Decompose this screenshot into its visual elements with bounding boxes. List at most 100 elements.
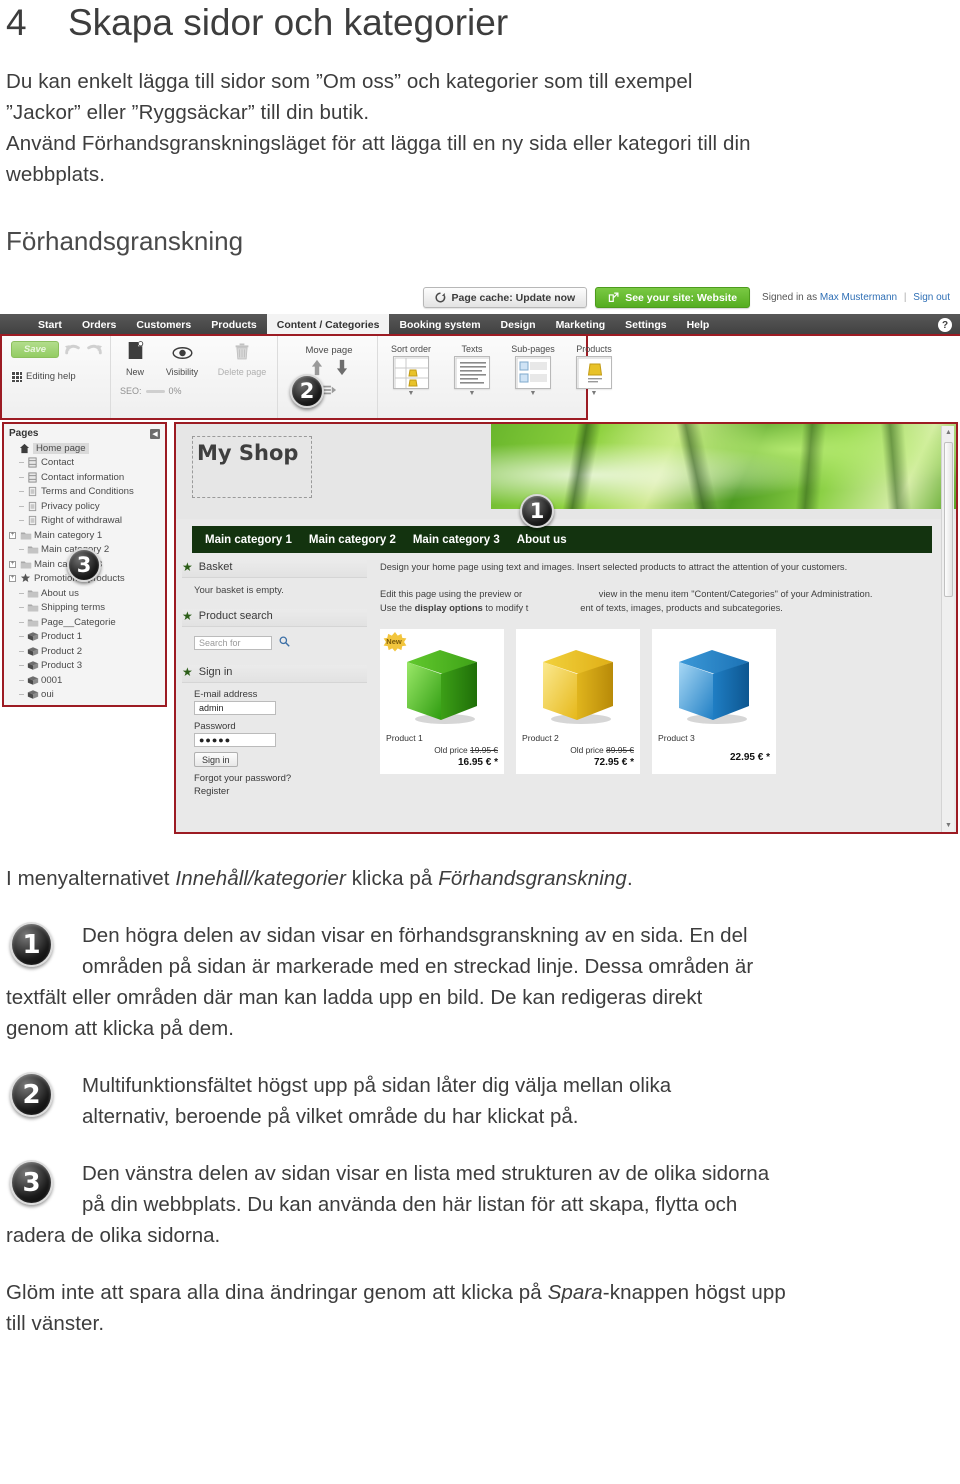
- nav-item-content-categories[interactable]: Content / Categories: [266, 314, 390, 336]
- tree-node[interactable]: Home page: [9, 441, 160, 456]
- register-link[interactable]: Register: [194, 786, 367, 797]
- visibility-label: Visibility: [165, 367, 199, 377]
- email-field[interactable]: admin: [194, 701, 276, 715]
- delete-page-button[interactable]: Delete page: [214, 342, 270, 377]
- scrollbar-thumb[interactable]: [944, 442, 953, 597]
- product-search-row: Search for: [194, 634, 367, 652]
- item-2-line-1: Multifunktionsfältet högst upp på sidan …: [82, 1074, 672, 1097]
- tree-node-label: Shipping terms: [41, 602, 105, 614]
- tree-expander-icon[interactable]: +: [9, 560, 16, 568]
- scroll-up-arrow-icon[interactable]: ▲: [945, 429, 952, 436]
- main-text-p3-b: display options: [414, 603, 483, 613]
- product-search-input[interactable]: Search for: [194, 636, 272, 650]
- undo-icon[interactable]: [64, 342, 81, 357]
- collapse-panel-icon[interactable]: ◀: [150, 428, 160, 439]
- tree-node[interactable]: + Main category 1: [9, 528, 160, 543]
- nav-item-products[interactable]: Products: [201, 314, 267, 336]
- category-nav-item-3[interactable]: Main category 3: [413, 534, 500, 546]
- box-icon: [27, 675, 39, 686]
- tree-node-label: Contact: [41, 457, 75, 469]
- box-icon: [27, 660, 39, 671]
- item-1-line-1: Den högra delen av sidan visar en förhan…: [82, 924, 748, 947]
- visibility-button[interactable]: Visibility: [160, 346, 204, 377]
- sign-out-link[interactable]: Sign out: [913, 292, 950, 303]
- products-gallery-button[interactable]: Products ▼: [570, 344, 618, 397]
- nav-item-booking-system[interactable]: Booking system: [389, 314, 490, 336]
- nav-item-customers[interactable]: Customers: [126, 314, 201, 336]
- nav-item-marketing[interactable]: Marketing: [546, 314, 616, 336]
- sort-order-button[interactable]: Sort order ▼: [387, 344, 435, 397]
- texts-caret-icon[interactable]: ▼: [448, 390, 496, 397]
- tree-node[interactable]: oui: [9, 688, 160, 703]
- tree-node[interactable]: Product 3: [9, 659, 160, 674]
- shop-title-editable[interactable]: My Shop: [192, 436, 312, 498]
- tree-node-label: 0001: [41, 674, 63, 686]
- tree-node[interactable]: Page__Categorie: [9, 615, 160, 630]
- document-body: 4 Skapa sidor och kategorier Du kan enke…: [0, 0, 960, 263]
- tree-node[interactable]: Product 2: [9, 644, 160, 659]
- tree-expander-icon[interactable]: +: [9, 575, 16, 583]
- tree-node[interactable]: Contact information: [9, 470, 160, 485]
- nav-item-start[interactable]: Start: [28, 314, 72, 336]
- editing-help-button[interactable]: Editing help: [11, 371, 103, 382]
- product-card-2[interactable]: Product 2 Old price 89.95 € 72.95 € *: [516, 629, 640, 774]
- box-icon: [27, 689, 39, 700]
- ribbon-group-move-page: Move page: [278, 336, 378, 418]
- save-button[interactable]: Save: [11, 341, 59, 358]
- password-field[interactable]: ●●●●●: [194, 733, 276, 747]
- tree-node[interactable]: Terms and Conditions: [9, 485, 160, 500]
- tree-node[interactable]: Product 1: [9, 630, 160, 645]
- signin-title-label: Sign in: [198, 666, 233, 678]
- move-down-button[interactable]: [336, 359, 348, 381]
- tree-node[interactable]: About us: [9, 586, 160, 601]
- product-price-3: 22.95 € *: [729, 752, 770, 763]
- shop-main-column: Design your home page using text and ima…: [380, 560, 955, 774]
- tree-node-label: Product 1: [41, 631, 83, 643]
- search-icon[interactable]: [279, 634, 290, 652]
- tree-node[interactable]: Privacy policy: [9, 499, 160, 514]
- nav-item-orders[interactable]: Orders: [72, 314, 126, 336]
- callout-badge-2: 2: [290, 374, 324, 408]
- see-your-site-button[interactable]: See your site: Website: [595, 287, 751, 308]
- nav-item-settings[interactable]: Settings: [615, 314, 676, 336]
- texts-button[interactable]: Texts ▼: [448, 344, 496, 397]
- main-text-p3-d: ent of texts, images, products and subca…: [580, 603, 783, 613]
- signin-button[interactable]: Sign in: [194, 752, 238, 767]
- redo-icon[interactable]: [86, 342, 103, 357]
- tree-node[interactable]: 0001: [9, 673, 160, 688]
- scroll-down-arrow-icon[interactable]: ▼: [945, 822, 952, 829]
- tree-expander-icon[interactable]: +: [9, 531, 16, 539]
- sub-pages-caret-icon[interactable]: ▼: [509, 390, 557, 397]
- save-undo-row: Save: [11, 341, 103, 358]
- intro-line-2: ”Jackor” eller ”Ryggsäckar” till din but…: [6, 101, 370, 124]
- forgot-password-link[interactable]: Forgot your password?: [194, 773, 367, 784]
- tree-node[interactable]: Right of withdrawal: [9, 514, 160, 529]
- product-card-1[interactable]: New Product 1 Old price 19.95 € 16.95 € …: [380, 629, 504, 774]
- tree-node[interactable]: Contact: [9, 456, 160, 471]
- closing-italic: Spara: [547, 1281, 603, 1304]
- nav-item-help[interactable]: Help: [677, 314, 720, 336]
- category-nav-item-1[interactable]: Main category 1: [205, 534, 292, 546]
- basket-widget-title: ★ Basket: [182, 560, 367, 578]
- products-gallery-caret-icon[interactable]: ▼: [570, 390, 618, 397]
- product-card-3[interactable]: Product 3 22.95 € *: [652, 629, 776, 774]
- home-icon: [19, 443, 30, 454]
- sort-order-caret-icon[interactable]: ▼: [387, 390, 435, 397]
- user-name-link[interactable]: Max Mustermann: [820, 292, 897, 303]
- shop-banner-image: [491, 424, 956, 509]
- nav-item-design[interactable]: Design: [491, 314, 546, 336]
- item-1-line-3: textfält eller områden där man kan ladda…: [6, 986, 703, 1009]
- tree-node[interactable]: Shipping terms: [9, 601, 160, 616]
- help-icon[interactable]: ?: [938, 318, 952, 332]
- category-nav-item-4[interactable]: About us: [517, 534, 567, 546]
- trash-icon: [235, 343, 249, 360]
- tree-node-label: Product 2: [41, 645, 83, 657]
- category-nav-item-2[interactable]: Main category 2: [309, 534, 396, 546]
- page-cache-button[interactable]: Page cache: Update now: [423, 287, 588, 308]
- page-icon: [27, 472, 38, 483]
- item-text-3: Den vänstra delen av sidan visar en list…: [6, 1158, 954, 1251]
- preview-scrollbar[interactable]: ▲ ▼: [941, 426, 954, 832]
- new-page-button[interactable]: New: [120, 341, 150, 377]
- sub-pages-button[interactable]: Sub-pages ▼: [509, 344, 557, 397]
- tree-connector-line: [19, 636, 24, 638]
